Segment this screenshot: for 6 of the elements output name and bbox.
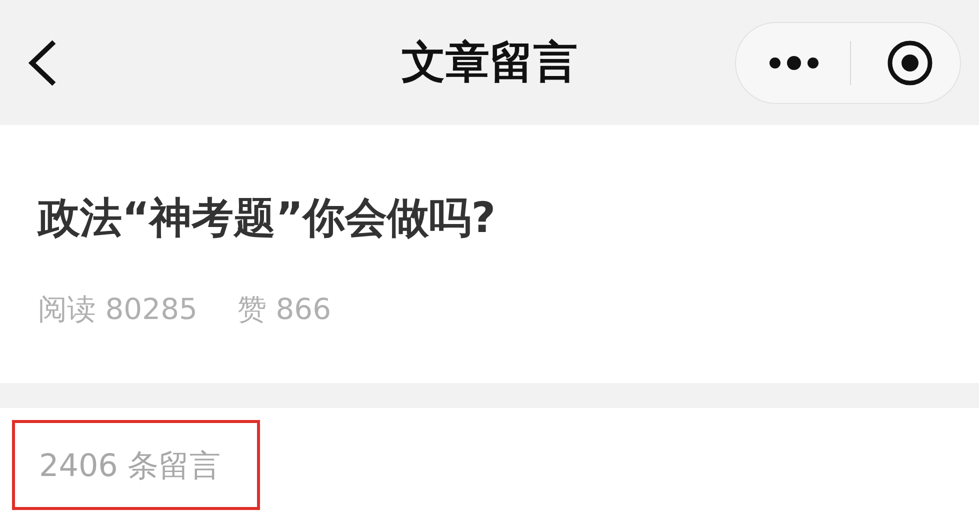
comment-count: 2406 条留言 <box>12 420 260 510</box>
page-title: 文章留言 <box>402 36 578 90</box>
article-stat: 赞 866 <box>237 291 332 328</box>
article-title: 政法“神考题”你会做吗? <box>38 192 497 244</box>
article-stat: 阅读 80285 <box>38 291 198 328</box>
more-icon[interactable] <box>768 56 820 70</box>
